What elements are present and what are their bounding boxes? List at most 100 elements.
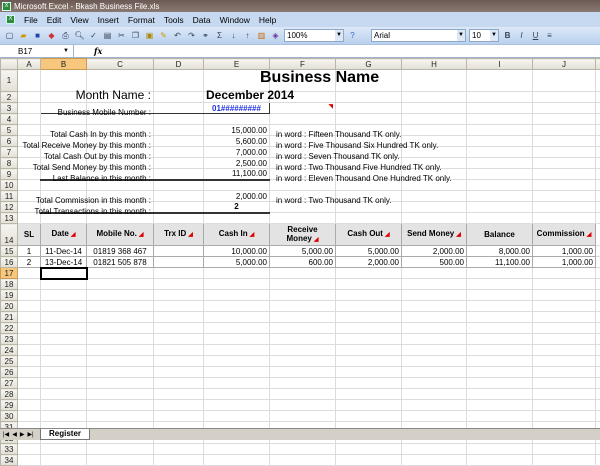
cell-E14[interactable]: Cash In◢ xyxy=(204,224,270,246)
font-size-select[interactable]: 10▼ xyxy=(469,29,499,42)
cell-J1[interactable] xyxy=(533,70,596,92)
cell-H24[interactable] xyxy=(402,345,467,356)
cell-D20[interactable] xyxy=(154,301,204,312)
cell-C17[interactable] xyxy=(87,268,154,279)
cell-H4[interactable] xyxy=(402,114,467,125)
cell-H33[interactable] xyxy=(402,444,467,455)
cell-A7[interactable] xyxy=(18,147,41,158)
column-header-G[interactable]: G xyxy=(336,59,402,70)
cell-I33[interactable] xyxy=(467,444,533,455)
cell-B17[interactable] xyxy=(41,268,87,279)
menu-format[interactable]: Format xyxy=(128,15,155,25)
function-icon[interactable]: fx xyxy=(94,46,102,56)
cell-F29[interactable] xyxy=(270,400,336,411)
cell-I11[interactable] xyxy=(467,191,533,202)
cell-G13[interactable] xyxy=(336,213,402,224)
cell-J5[interactable] xyxy=(533,125,596,136)
save-icon[interactable]: ■ xyxy=(32,30,43,41)
column-header-A[interactable]: A xyxy=(18,59,41,70)
cell-I19[interactable] xyxy=(467,290,533,301)
cell-B21[interactable] xyxy=(41,312,87,323)
cell-A13[interactable] xyxy=(18,213,41,224)
cell-I7[interactable] xyxy=(467,147,533,158)
cell-I10[interactable] xyxy=(467,180,533,191)
cell-B22[interactable] xyxy=(41,323,87,334)
cell-G18[interactable] xyxy=(336,279,402,290)
cell-I22[interactable] xyxy=(467,323,533,334)
cell-J12[interactable] xyxy=(533,202,596,213)
cell-F21[interactable] xyxy=(270,312,336,323)
cell-H13[interactable] xyxy=(402,213,467,224)
cell-F10[interactable] xyxy=(270,180,336,191)
cell-A9[interactable] xyxy=(18,169,41,180)
cell-B26[interactable] xyxy=(41,367,87,378)
cell-C33[interactable] xyxy=(87,444,154,455)
cell-G15[interactable]: 5,000.00 xyxy=(336,246,402,257)
cell-I16[interactable]: 11,100.00 xyxy=(467,257,533,268)
cell-E24[interactable] xyxy=(204,345,270,356)
cell-D34[interactable] xyxy=(154,455,204,466)
cell-B24[interactable] xyxy=(41,345,87,356)
cell-K30[interactable] xyxy=(596,411,600,422)
cell-D26[interactable] xyxy=(154,367,204,378)
row-header-23[interactable]: 23 xyxy=(1,334,18,345)
cell-G24[interactable] xyxy=(336,345,402,356)
row-header-8[interactable]: 8 xyxy=(1,158,18,169)
first-sheet-icon[interactable]: |◀ xyxy=(3,431,9,438)
row-header-21[interactable]: 21 xyxy=(1,312,18,323)
next-sheet-icon[interactable]: ▶ xyxy=(20,431,25,438)
prev-sheet-icon[interactable]: ◀ xyxy=(12,431,17,438)
cell-B30[interactable] xyxy=(41,411,87,422)
cell-C7[interactable]: Total Cash Out by this month : xyxy=(87,147,154,158)
cell-I23[interactable] xyxy=(467,334,533,345)
row-header-11[interactable]: 11 xyxy=(1,191,18,202)
cell-I1[interactable] xyxy=(467,70,533,92)
row-header-17[interactable]: 17 xyxy=(1,268,18,279)
undo-icon[interactable]: ↶ xyxy=(172,30,183,41)
row-header-29[interactable]: 29 xyxy=(1,400,18,411)
cell-C27[interactable] xyxy=(87,378,154,389)
cell-H25[interactable] xyxy=(402,356,467,367)
row-header-14[interactable]: 14 xyxy=(1,224,18,246)
cell-E25[interactable] xyxy=(204,356,270,367)
cell-C19[interactable] xyxy=(87,290,154,301)
cell-D16[interactable] xyxy=(154,257,204,268)
print-icon[interactable]: ⎙ xyxy=(60,30,71,41)
cell-F11[interactable]: in word : Two Thousand TK only. xyxy=(270,191,336,202)
cell-E22[interactable] xyxy=(204,323,270,334)
sheet-tab-register[interactable]: Register xyxy=(40,429,90,440)
new-icon[interactable]: ▢ xyxy=(4,30,15,41)
cell-E5[interactable]: 15,000.00 xyxy=(204,125,270,136)
cell-F6[interactable]: in word : Five Thousand Six Hundred TK o… xyxy=(270,136,336,147)
cell-H7[interactable] xyxy=(402,147,467,158)
row-header-5[interactable]: 5 xyxy=(1,125,18,136)
cell-J19[interactable] xyxy=(533,290,596,301)
column-header-D[interactable]: D xyxy=(154,59,204,70)
cell-D7[interactable] xyxy=(154,147,204,158)
cell-G6[interactable] xyxy=(336,136,402,147)
cell-K23[interactable] xyxy=(596,334,600,345)
cell-K14[interactable] xyxy=(596,224,600,246)
cell-J33[interactable] xyxy=(533,444,596,455)
menu-window[interactable]: Window xyxy=(220,15,250,25)
cell-H27[interactable] xyxy=(402,378,467,389)
cell-I21[interactable] xyxy=(467,312,533,323)
cell-H22[interactable] xyxy=(402,323,467,334)
cell-I5[interactable] xyxy=(467,125,533,136)
cell-K29[interactable] xyxy=(596,400,600,411)
cell-K3[interactable] xyxy=(596,103,600,114)
cell-K4[interactable] xyxy=(596,114,600,125)
last-sheet-icon[interactable]: ▶| xyxy=(27,431,33,438)
cell-C10[interactable] xyxy=(87,180,154,191)
formula-input[interactable] xyxy=(102,45,600,57)
cell-K25[interactable] xyxy=(596,356,600,367)
cell-F9[interactable]: in word : Eleven Thousand One Hundred TK… xyxy=(270,169,336,180)
cell-A15[interactable]: 1 xyxy=(18,246,41,257)
cell-D24[interactable] xyxy=(154,345,204,356)
cell-B19[interactable] xyxy=(41,290,87,301)
permission-icon[interactable]: ◆ xyxy=(46,30,57,41)
row-header-33[interactable]: 33 xyxy=(1,444,18,455)
row-header-19[interactable]: 19 xyxy=(1,290,18,301)
cell-E18[interactable] xyxy=(204,279,270,290)
help-icon[interactable]: ? xyxy=(347,30,358,41)
